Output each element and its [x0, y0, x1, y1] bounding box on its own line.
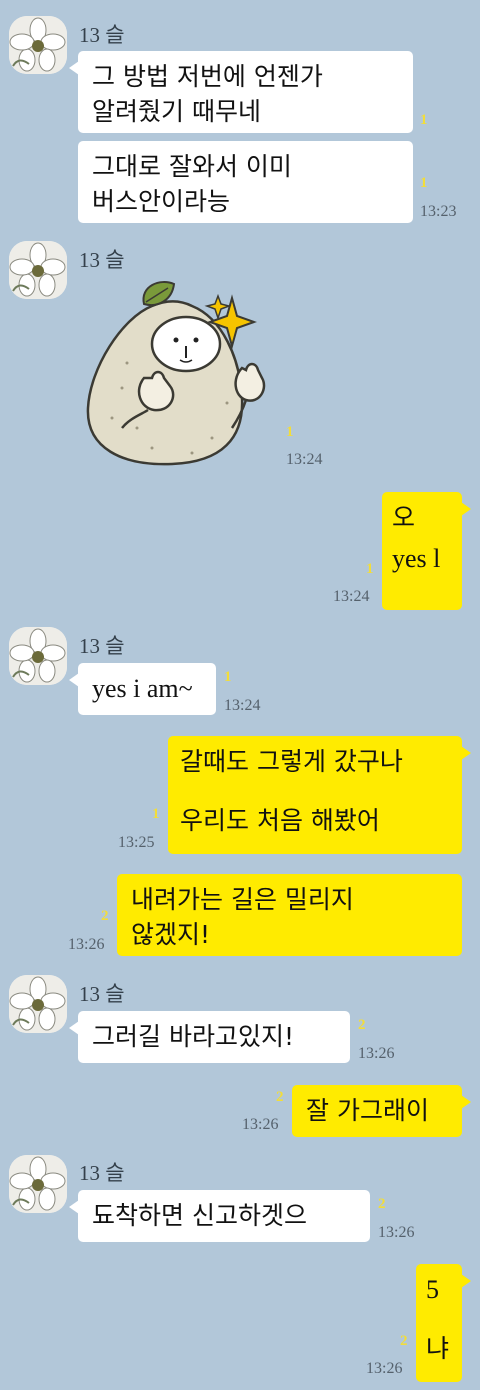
- sender-name: 13 슬: [79, 634, 125, 658]
- message-bubble[interactable]: 그 방법 저번에 언젠가 알려줬기 때무네: [69, 51, 413, 133]
- unread-count: 2: [378, 1196, 386, 1212]
- message-time: 13:26: [68, 936, 105, 953]
- message-bubble[interactable]: 잘 가그래이: [292, 1085, 471, 1137]
- sender-name: 13 슬: [79, 982, 125, 1006]
- message-time: 13:25: [118, 834, 155, 851]
- message-bubble[interactable]: yes i am~: [69, 663, 216, 715]
- message-text: 냐: [426, 1334, 450, 1363]
- sender-name: 13 슬: [79, 1161, 125, 1185]
- message-time: 13:26: [242, 1116, 279, 1133]
- message-text: 않겠지!: [131, 920, 211, 949]
- message-text: 잘 가그래이: [306, 1096, 429, 1125]
- unread-count: 1: [420, 175, 428, 191]
- message-time: 13:24: [333, 588, 370, 605]
- unread-count: 1: [420, 112, 428, 128]
- unread-count: 1: [152, 806, 160, 822]
- message-time: 13:23: [420, 203, 457, 220]
- message-time: 13:24: [286, 451, 323, 468]
- message-text: 알려줬기 때무네: [92, 97, 261, 126]
- message-bubble[interactable]: 갈때도 그렇게 갔구나 우리도 처음 해봤어: [168, 736, 471, 854]
- message-time: 13:26: [378, 1224, 415, 1241]
- sender-avatar[interactable]: [9, 975, 67, 1033]
- message-bubble[interactable]: 그러길 바라고있지!: [69, 1011, 350, 1063]
- message-text: 갈때도 그렇게 갔구나: [180, 747, 403, 776]
- message-text: 버스안이라능: [92, 187, 231, 216]
- message-time: 13:24: [224, 697, 261, 714]
- message-text: yes l: [392, 544, 441, 573]
- message-bubble[interactable]: 그대로 잘와서 이미 버스안이라능: [78, 141, 413, 223]
- unread-count: 1: [286, 424, 294, 440]
- sender-avatar[interactable]: [9, 16, 67, 74]
- flower-avatar-icon: [9, 627, 67, 685]
- message-time: 13:26: [366, 1360, 403, 1377]
- unread-count: 2: [101, 908, 109, 924]
- message-text: 5: [426, 1275, 439, 1304]
- sender-avatar[interactable]: [9, 241, 67, 299]
- pear-character-thumbs-up-sticker-icon: [86, 281, 266, 466]
- sender-avatar[interactable]: [9, 1155, 67, 1213]
- message-bubble[interactable]: 내려가는 길은 밀리지 않겠지!: [117, 874, 462, 956]
- message-text: 내려가는 길은 밀리지: [131, 885, 354, 914]
- unread-count: 1: [366, 561, 374, 577]
- sticker-message[interactable]: [82, 278, 278, 470]
- message-text: 그러길 바라고있지!: [92, 1022, 294, 1051]
- message-text: 그 방법 저번에 언젠가: [92, 62, 323, 91]
- sender-avatar[interactable]: [9, 627, 67, 685]
- unread-count: 2: [400, 1333, 408, 1349]
- message-bubble[interactable]: 됴착하면 신고하겟으: [69, 1190, 370, 1242]
- flower-avatar-icon: [9, 975, 67, 1033]
- message-text: 오: [392, 503, 416, 532]
- sender-name: 13 슬: [79, 248, 125, 272]
- message-bubble[interactable]: 오 yes l: [382, 492, 471, 610]
- sender-name: 13 슬: [79, 23, 125, 47]
- message-bubble[interactable]: 5 냐: [416, 1264, 471, 1382]
- message-text: 됴착하면 신고하겟으: [92, 1201, 307, 1230]
- unread-count: 2: [276, 1089, 284, 1105]
- flower-avatar-icon: [9, 241, 67, 299]
- flower-avatar-icon: [9, 1155, 67, 1213]
- unread-count: 2: [358, 1017, 366, 1033]
- flower-avatar-icon: [9, 16, 67, 74]
- unread-count: 1: [224, 669, 232, 685]
- message-text: 그대로 잘와서 이미: [92, 152, 292, 181]
- message-text: 우리도 처음 해봤어: [180, 806, 380, 835]
- message-time: 13:26: [358, 1045, 395, 1062]
- message-text: yes i am~: [92, 674, 193, 703]
